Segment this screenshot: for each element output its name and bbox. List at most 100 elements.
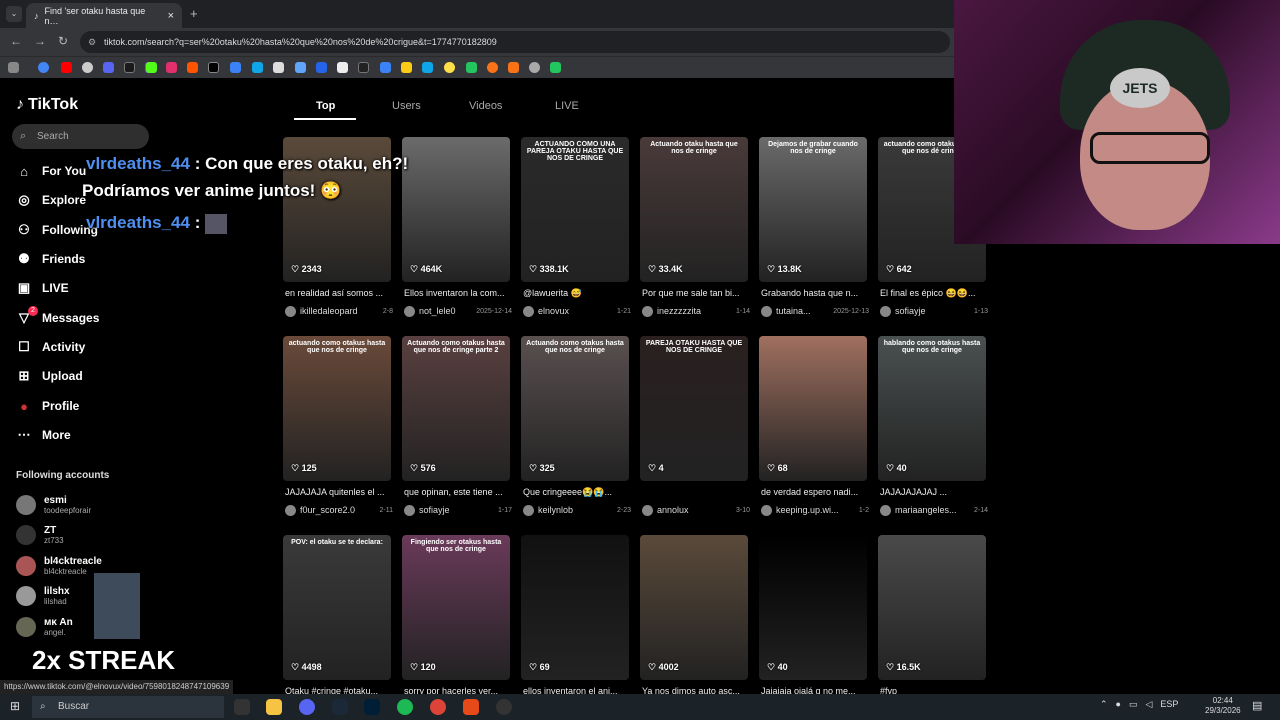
bookmark-icon[interactable] bbox=[508, 62, 519, 73]
taskbar-app-icon[interactable] bbox=[234, 699, 250, 715]
video-card[interactable]: ♡ 69 ellos inventaron el ani... bbox=[521, 535, 629, 715]
video-author[interactable]: keilynlob bbox=[538, 505, 573, 515]
tab-videos[interactable]: Videos bbox=[469, 100, 502, 112]
discord-icon[interactable] bbox=[299, 699, 315, 715]
url-field[interactable]: ⚙ tiktok.com/search?q=ser%20otaku%20hast… bbox=[80, 31, 950, 53]
windows-start-icon[interactable]: ⊞ bbox=[10, 699, 20, 713]
nav-friends[interactable]: ⚉ Friends bbox=[16, 249, 85, 269]
nav-more[interactable]: ⋯ More bbox=[16, 425, 71, 445]
spotify-icon[interactable] bbox=[397, 699, 413, 715]
video-card[interactable]: hablando como otakus hasta que nos de cr… bbox=[878, 336, 988, 516]
google-bookmark-icon[interactable] bbox=[38, 62, 49, 73]
video-caption[interactable]: @lawuerita 😅 bbox=[523, 288, 631, 299]
video-author[interactable]: not_lele0 bbox=[419, 306, 456, 316]
site-info-icon[interactable]: ⚙ bbox=[88, 31, 96, 53]
video-thumbnail[interactable] bbox=[402, 336, 510, 481]
video-caption[interactable]: Por que me sale tan bi... bbox=[642, 288, 750, 298]
avatar[interactable] bbox=[880, 305, 891, 317]
video-caption[interactable]: Grabando hasta que n... bbox=[761, 288, 869, 298]
avatar[interactable] bbox=[523, 504, 534, 516]
bookmark-icon[interactable] bbox=[230, 62, 241, 73]
bookmark-icon[interactable] bbox=[337, 62, 348, 73]
bookmark-icon[interactable] bbox=[358, 62, 369, 73]
account-item[interactable]: ᴍᴋ An angel. bbox=[16, 615, 73, 639]
network-icon[interactable]: ▭ bbox=[1129, 699, 1138, 710]
video-author[interactable]: inezzzzzita bbox=[657, 306, 701, 316]
nav-activity[interactable]: ☐ Activity bbox=[16, 337, 85, 357]
close-tab-icon[interactable]: × bbox=[168, 10, 174, 22]
obs-icon[interactable] bbox=[496, 699, 512, 715]
account-item[interactable]: bl4cktreacle bl4cktreacle bbox=[16, 554, 102, 578]
video-author[interactable]: sofiayje bbox=[895, 306, 926, 316]
language-indicator[interactable]: ESP bbox=[1160, 699, 1178, 710]
search-input[interactable]: ⌕ Search bbox=[12, 124, 149, 149]
video-author[interactable]: keeping.up.wi... bbox=[776, 505, 839, 515]
x-bookmark-icon[interactable] bbox=[208, 62, 219, 73]
video-author[interactable]: sofiayje bbox=[419, 505, 450, 515]
bookmark-icon[interactable] bbox=[444, 62, 455, 73]
bookmark-icon[interactable] bbox=[124, 62, 135, 73]
account-item[interactable]: esmi toodeepforair bbox=[16, 493, 91, 517]
notifications-icon[interactable]: ▤ bbox=[1252, 699, 1262, 712]
nav-live[interactable]: ▣ LIVE bbox=[16, 278, 69, 298]
video-author[interactable]: ikilledaleopard bbox=[300, 306, 358, 316]
tab-users[interactable]: Users bbox=[392, 100, 421, 112]
video-thumbnail[interactable] bbox=[878, 535, 986, 680]
bookmark-icon[interactable] bbox=[82, 62, 93, 73]
microphone-icon[interactable]: ● bbox=[1116, 699, 1121, 710]
bookmark-icon[interactable] bbox=[401, 62, 412, 73]
avatar[interactable] bbox=[285, 504, 296, 516]
soundcloud-bookmark-icon[interactable] bbox=[187, 62, 198, 73]
video-card[interactable]: POV: el otaku se te declara: ♡ 4498 Otaku … bbox=[283, 535, 391, 715]
video-author[interactable]: tutaina... bbox=[776, 306, 811, 316]
reload-icon[interactable]: ↻ bbox=[58, 34, 68, 48]
bookmark-icon[interactable] bbox=[273, 62, 284, 73]
video-caption[interactable]: JAJAJAJA quitenles el ... bbox=[285, 487, 393, 497]
video-caption[interactable]: que opinan, este tiene ... bbox=[404, 487, 512, 497]
video-card[interactable]: ♡ 16.5K #fyp bbox=[878, 535, 986, 715]
video-thumbnail[interactable] bbox=[283, 535, 391, 680]
nav-upload[interactable]: ⊞ Upload bbox=[16, 366, 83, 386]
video-card[interactable]: Actuando como otakus hasta que nos de cr… bbox=[402, 336, 512, 516]
video-caption[interactable]: JAJAJAJAJAJ ... bbox=[880, 487, 988, 497]
video-card[interactable]: ♡ 4002 Ya nos dimos auto asc... bbox=[640, 535, 748, 715]
youtube-bookmark-icon[interactable] bbox=[61, 62, 72, 73]
avatar[interactable] bbox=[761, 504, 772, 516]
video-author[interactable]: annolux bbox=[657, 505, 689, 515]
kick-bookmark-icon[interactable] bbox=[146, 62, 157, 73]
photoshop-icon[interactable] bbox=[364, 699, 380, 715]
avatar[interactable] bbox=[880, 504, 891, 516]
video-thumbnail[interactable] bbox=[521, 336, 629, 481]
new-tab-button[interactable]: + bbox=[190, 6, 198, 21]
avatar[interactable] bbox=[285, 305, 296, 317]
tab-live[interactable]: LIVE bbox=[555, 100, 579, 112]
steam-icon[interactable] bbox=[332, 699, 348, 715]
video-thumbnail[interactable] bbox=[402, 137, 510, 282]
avatar[interactable] bbox=[404, 305, 415, 317]
tiktok-logo[interactable]: ♪ TikTok bbox=[16, 96, 78, 114]
bookmark-icon[interactable] bbox=[316, 62, 327, 73]
video-card[interactable]: PAREJA OTAKU HASTA QUE NOS DE CRINGE ♡ 4 a… bbox=[640, 336, 750, 516]
video-caption[interactable]: Que cringeeee😭😭... bbox=[523, 487, 631, 498]
back-icon[interactable]: ← bbox=[10, 34, 22, 48]
bookmark-icon[interactable] bbox=[252, 62, 263, 73]
taskbar-clock[interactable]: 02:44 29/3/2026 bbox=[1205, 696, 1241, 716]
account-item[interactable]: lilshx lilshad bbox=[16, 584, 70, 608]
video-card[interactable]: ACTUANDO COMO UNA PAREJA OTAKU HASTA QUE… bbox=[521, 137, 631, 317]
tab-top[interactable]: Top bbox=[316, 100, 335, 112]
nav-profile[interactable]: ● Profile bbox=[16, 396, 79, 416]
video-caption[interactable]: en realidad así somos ... bbox=[285, 288, 393, 298]
video-card[interactable]: ♡ 40 Jajajaja ojalá q no me... bbox=[759, 535, 867, 715]
volume-icon[interactable]: ◁ bbox=[1146, 699, 1153, 710]
bookmark-icon[interactable] bbox=[466, 62, 477, 73]
video-thumbnail[interactable] bbox=[521, 535, 629, 680]
avatar[interactable] bbox=[642, 504, 653, 516]
avatar[interactable] bbox=[523, 305, 534, 317]
video-card[interactable]: Actuando otaku hasta que nos de cringe ♡ … bbox=[640, 137, 750, 317]
nav-for-you[interactable]: ⌂ For You bbox=[16, 161, 86, 181]
video-card[interactable]: Dejamos de grabar cuando nos de cringe ♡ … bbox=[759, 137, 869, 317]
video-thumbnail[interactable] bbox=[759, 535, 867, 680]
video-card[interactable]: Fingiendo ser otakus hasta que nos de cr… bbox=[402, 535, 510, 715]
forward-icon[interactable]: → bbox=[34, 34, 46, 48]
video-thumbnail[interactable] bbox=[759, 336, 867, 481]
